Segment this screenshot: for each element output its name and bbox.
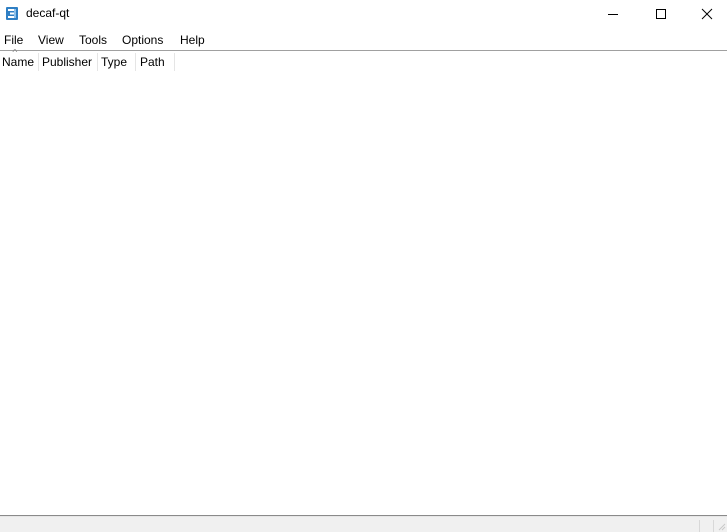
column-divider[interactable] <box>135 53 136 71</box>
menu-tools[interactable]: Tools <box>79 33 107 47</box>
status-separator <box>713 520 714 532</box>
status-separator <box>699 520 700 532</box>
decaf-app-icon <box>6 7 18 20</box>
column-divider[interactable] <box>174 53 175 71</box>
menu-bar: File View Tools Options Help <box>0 30 727 50</box>
menu-help[interactable]: Help <box>180 33 205 47</box>
column-header-path[interactable]: Path <box>138 51 174 73</box>
title-bar: decaf-qt <box>0 0 727 28</box>
column-header-publisher[interactable]: Publisher <box>40 51 97 73</box>
minimize-button[interactable] <box>590 0 636 28</box>
maximize-icon <box>656 9 666 19</box>
column-divider[interactable] <box>38 53 39 71</box>
maximize-button[interactable] <box>638 0 684 28</box>
minimize-icon <box>608 14 618 15</box>
table-header: ^ Name Publisher Type Path <box>0 48 727 73</box>
menu-options[interactable]: Options <box>122 33 163 47</box>
status-bar <box>0 516 727 532</box>
package-list[interactable] <box>0 73 727 515</box>
close-icon <box>701 8 713 20</box>
column-header-name[interactable]: Name <box>0 51 38 73</box>
menu-view[interactable]: View <box>38 33 64 47</box>
menu-file[interactable]: File <box>4 33 23 47</box>
column-divider[interactable] <box>97 53 98 71</box>
column-header-type[interactable]: Type <box>99 51 135 73</box>
resize-grip-icon[interactable] <box>716 521 726 531</box>
close-button[interactable] <box>684 0 727 28</box>
window-title: decaf-qt <box>26 6 70 20</box>
